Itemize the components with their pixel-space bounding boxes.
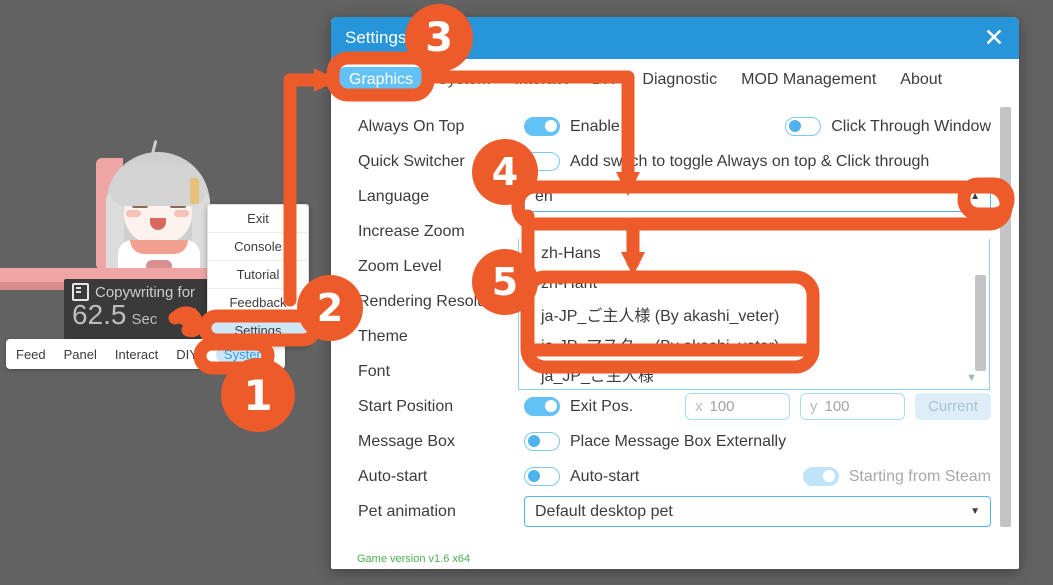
pet-animation-value: Default desktop pet [535,502,673,520]
row-message-box: Message Box Place Message Box Externally [331,424,1019,459]
start-x-prefix: x [695,398,703,415]
pet-info-title: Copywriting for [95,283,196,301]
start-y-prefix: y [810,398,818,415]
annotation-badge-2: 2 [297,275,363,341]
context-menu-item-console[interactable]: Console [208,233,308,261]
start-x-value: 100 [709,398,735,415]
language-selected-value: en [535,187,553,205]
label-theme: Theme [358,327,408,345]
settings-panel: Always On Top Enable Click Through Windo… [331,101,1019,549]
annotation-badge-1: 1 [221,358,295,432]
label-pet-animation: Pet animation [358,502,456,520]
row-always-on-top: Always On Top Enable Click Through Windo… [331,109,1019,144]
row-auto-start: Auto-start Auto-start Starting from Stea… [331,459,1019,494]
row-language: Language en ▲ [331,179,1019,214]
toggle-exit-pos[interactable] [524,397,560,416]
label-enable: Enable [570,117,620,135]
pet-info-value-row: 62.5 Sec [72,299,221,331]
start-y-input[interactable]: y 100 [800,393,905,420]
dropdown-option-zh-hans[interactable]: zh-Hans [519,239,989,269]
toggle-starting-from-steam [802,467,839,486]
close-icon[interactable]: ✕ [973,17,1015,59]
dropdown-bottom-chevron-icon[interactable]: ▼ [966,372,977,384]
label-message-box: Message Box [358,432,455,450]
label-auto-start: Auto-start [358,467,428,485]
taskbar-item-interact[interactable]: Interact [115,347,158,362]
dropdown-option-ja-jp-master[interactable]: ja-JP_マスター (By akashi_veter) [519,329,989,359]
toggle-always-on-top[interactable] [524,117,560,136]
toggle-auto-start[interactable] [524,467,560,486]
dropdown-option-zh-hant[interactable]: zh-Hant [519,269,989,299]
pet-blush-right [174,210,189,217]
dropdown-scrollbar[interactable] [975,275,986,371]
start-x-input[interactable]: x 100 [685,393,790,420]
tab-about[interactable]: About [890,67,952,93]
row-pet-animation: Pet animation Default desktop pet ▼ [331,494,1019,529]
label-exit-pos: Exit Pos. [570,397,634,415]
pet-info-unit: Sec [131,311,158,328]
context-menu-item-settings[interactable]: Settings [210,317,306,344]
start-y-value: 100 [824,398,850,415]
pet-collar [130,240,188,254]
tab-graphics[interactable]: Graphics [339,67,424,93]
annotation-badge-4: 4 [472,139,538,205]
annotation-badge-5: 5 [472,249,538,315]
pet-info-box: Copywriting for 62.5 Sec [64,279,229,339]
row-quick-switcher: Quick Switcher Add switch to toggle Alwa… [331,144,1019,179]
pet-hairpin [190,178,199,204]
label-click-through-window: Click Through Window [831,117,991,135]
context-menu-item-feedback[interactable]: Feedback [208,289,308,317]
chevron-up-icon: ▲ [970,191,980,202]
dropdown-option-ja-jp-goshujinsama[interactable]: ja-JP_ご主人様 (By akashi_veter) [519,299,989,329]
dropdown-option-ja-jp-goshujinsama-alt[interactable]: ja_JP_ご主人様 [519,359,989,389]
toggle-click-through-window[interactable] [785,117,822,136]
taskbar-item-feed[interactable]: Feed [16,347,46,362]
current-position-button[interactable]: Current [915,393,991,420]
label-starting-from-steam: Starting from Steam [848,467,991,485]
language-combobox[interactable]: en ▲ [524,181,991,212]
window-title: Settings [345,28,407,47]
taskbar-item-diy[interactable]: DIY [176,347,198,362]
tab-diy[interactable]: DIY [582,67,629,93]
copywriting-icon [72,283,89,301]
annotation-badge-3: 3 [405,4,473,72]
panel-scrollbar[interactable] [1000,107,1011,527]
game-version-text: Game version v1.6 x64 [357,553,471,565]
row-start-position: Start Position Exit Pos. x 100 y 100 Cur… [331,389,1019,424]
pet-info-value: 62.5 [72,299,127,330]
screenshot-root: Copywriting for 62.5 Sec Feed Panel Inter… [0,0,1053,585]
label-always-on-top: Always On Top [358,117,465,135]
context-menu[interactable]: Exit Console Tutorial Feedback Settings [207,204,309,345]
chevron-down-icon: ▼ [970,506,980,517]
label-auto-start-switch: Auto-start [570,467,640,485]
label-start-position: Start Position [358,397,454,415]
taskbar-item-panel[interactable]: Panel [64,347,97,362]
pet-blush-left [126,210,141,217]
language-dropdown-list[interactable]: zh-Hans zh-Hant ja-JP_ご主人様 (By akashi_ve… [518,239,990,390]
toggle-message-box-external[interactable] [524,432,560,451]
label-increase-zoom: Increase Zoom [358,222,465,240]
context-menu-item-tutorial[interactable]: Tutorial [208,261,308,289]
settings-window: Settings ✕ Graphics System Interact DIY … [331,17,1019,569]
label-add-switch: Add switch to toggle Always on top & Cli… [570,152,930,170]
label-font: Font [358,362,391,380]
tab-mod-management[interactable]: MOD Management [731,67,886,93]
status-bar: Game version v1.6 x64 [331,549,1019,569]
pet-animation-combobox[interactable]: Default desktop pet ▼ [524,496,991,527]
label-place-message-box: Place Message Box Externally [570,432,787,450]
context-menu-item-exit[interactable]: Exit [208,205,308,233]
tab-diagnostic[interactable]: Diagnostic [632,67,727,93]
tab-interact[interactable]: Interact [504,67,577,93]
